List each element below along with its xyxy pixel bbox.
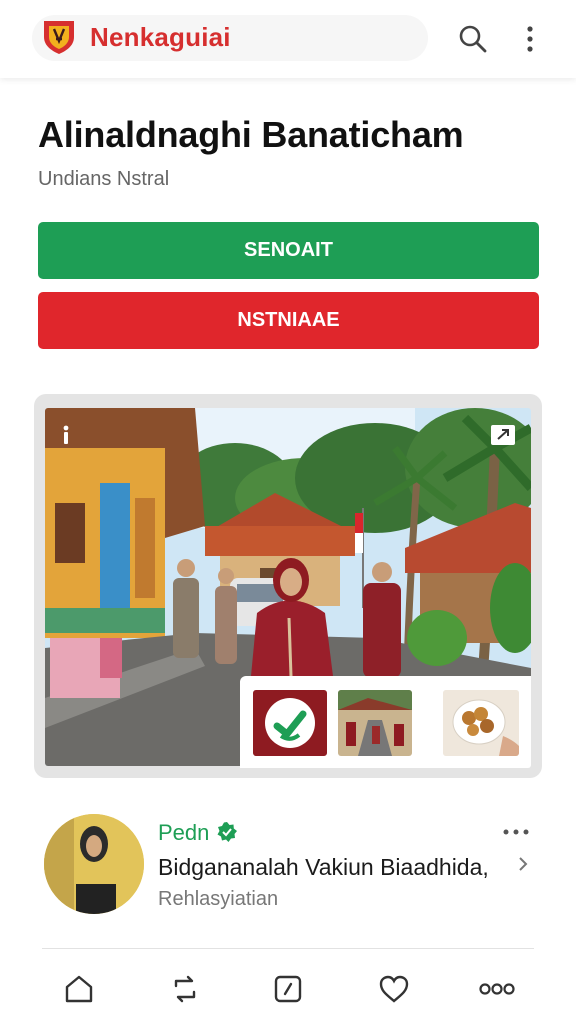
whatsapp-icon <box>273 710 307 741</box>
page-subtitle: Undians Nstral <box>38 168 170 190</box>
thumbnail-strip <box>240 676 531 768</box>
food-thumbnail[interactable] <box>443 690 519 756</box>
heart-icon[interactable] <box>377 972 411 1006</box>
app-name: Nenkaguiai <box>90 22 231 52</box>
compose-icon[interactable] <box>271 972 305 1006</box>
home-icon[interactable] <box>62 972 96 1006</box>
post-text: Bidgananalah Vakiun Biaadhida, <box>158 854 489 880</box>
divider <box>42 948 534 949</box>
whatsapp-thumbnail[interactable] <box>253 690 327 756</box>
more-horizontal-icon[interactable] <box>478 972 516 1006</box>
street-thumbnail[interactable] <box>338 690 412 756</box>
verified-badge-icon <box>217 822 237 842</box>
avatar[interactable] <box>44 814 144 914</box>
author-name[interactable]: Pedn <box>158 820 209 846</box>
shield-logo-icon <box>44 21 74 54</box>
chevron-right-icon[interactable] <box>517 856 529 872</box>
more-horizontal-icon[interactable] <box>502 826 530 838</box>
secondary-action-button[interactable]: NSTNIAAE <box>38 292 539 349</box>
bottom-nav <box>0 960 576 1024</box>
more-vertical-icon[interactable] <box>520 24 540 54</box>
expand-icon[interactable] <box>490 424 516 446</box>
primary-action-button[interactable]: SENOAIT <box>38 222 539 279</box>
info-icon[interactable] <box>58 424 74 446</box>
search-icon[interactable] <box>456 22 490 56</box>
page-title: Alinaldnaghi Banaticham <box>38 114 464 155</box>
post-subtext: Rehlasyiatian <box>158 888 279 910</box>
repost-icon[interactable] <box>168 972 202 1006</box>
top-app-bar: Nenkaguiai <box>0 0 576 78</box>
